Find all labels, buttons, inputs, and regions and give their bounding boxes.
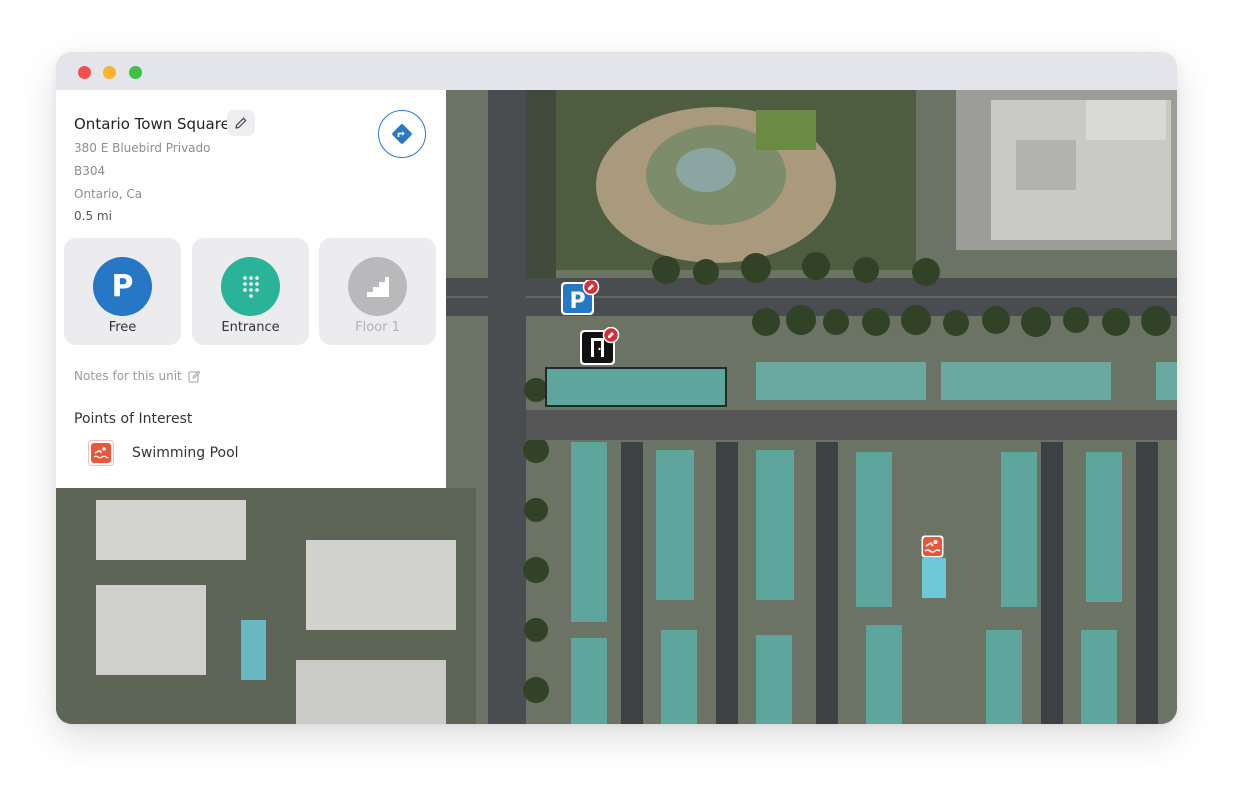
parking-icon: P — [93, 257, 152, 316]
zoom-window-button[interactable] — [129, 66, 142, 79]
points-of-interest-heading: Points of Interest — [74, 411, 193, 427]
edit-title-button[interactable] — [227, 110, 255, 136]
floor-tile[interactable]: Floor 1 — [319, 238, 436, 345]
notes-label: Notes for this unit — [74, 369, 182, 383]
pencil-icon — [235, 117, 247, 129]
address-line-2: B304 — [74, 164, 106, 178]
swimming-pool-icon — [88, 440, 114, 466]
close-window-button[interactable] — [78, 66, 91, 79]
parking-label: Free — [108, 320, 137, 335]
parking-marker-icon: P — [561, 280, 600, 315]
door-marker-icon — [580, 327, 620, 365]
app-window: P Ontario Town Square 380 E Bluebird Pri… — [56, 52, 1177, 724]
poi-item-swimming-pool[interactable]: Swimming Pool — [88, 440, 239, 466]
minimize-window-button[interactable] — [103, 66, 116, 79]
entrance-label: Entrance — [221, 320, 280, 335]
directions-icon — [392, 124, 412, 144]
keypad-icon — [221, 257, 280, 316]
floor-label: Floor 1 — [355, 320, 400, 335]
address-line-3: Ontario, Ca — [74, 187, 143, 201]
notes-for-unit[interactable]: Notes for this unit — [74, 369, 201, 383]
location-info-panel: Ontario Town Square 380 E Bluebird Priva… — [56, 90, 446, 488]
entrance-tile[interactable]: Entrance — [192, 238, 309, 345]
distance-label: 0.5 mi — [74, 209, 112, 223]
location-title: Ontario Town Square — [74, 115, 230, 133]
address-line-1: 380 E Bluebird Privado — [74, 141, 211, 155]
edit-note-icon — [188, 370, 201, 382]
svg-text:P: P — [569, 289, 585, 314]
parking-tile[interactable]: P Free — [64, 238, 181, 345]
stairs-icon — [348, 257, 407, 316]
swimming-pool-marker-icon — [921, 535, 944, 558]
poi-item-label: Swimming Pool — [132, 445, 239, 461]
window-titlebar — [56, 52, 1177, 90]
directions-button[interactable] — [378, 110, 426, 158]
